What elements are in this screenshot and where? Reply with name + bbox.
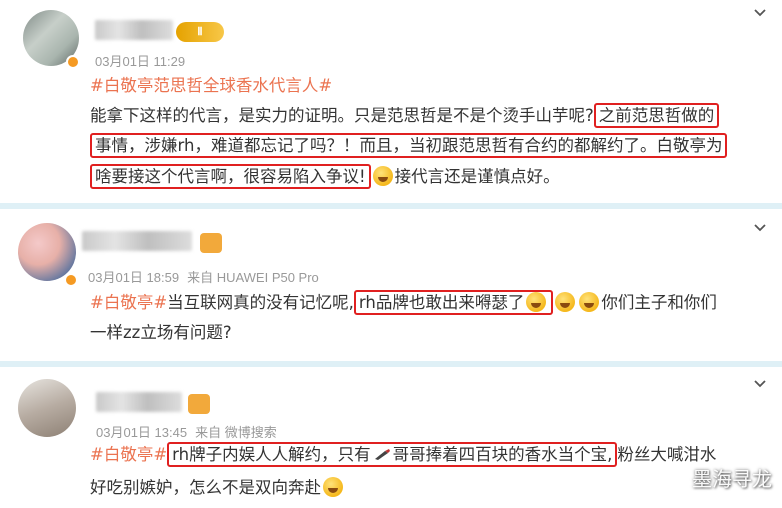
highlighted-text: 事情，涉嫌rh，难道都忘记了吗？！而且，当初跟范思哲有合约的都解约了。白敬亭为	[90, 133, 728, 158]
comment-card: Ⅱ 03月01日 11:29 #白敬亭范思哲全球香水代言人# 能拿下这样的代言，…	[0, 0, 782, 203]
watermark-text: 墨海寻龙	[692, 467, 772, 491]
highlighted-text: 之前范思哲做的	[593, 103, 720, 128]
emoji-icon	[372, 166, 393, 186]
avatar[interactable]	[18, 223, 76, 281]
chevron-down-icon[interactable]	[753, 6, 767, 20]
brush-icon	[374, 449, 390, 460]
username-blurred[interactable]	[82, 231, 192, 251]
post-meta: 03月01日 13:45 来自 微博搜索	[96, 422, 277, 441]
comment-line: 啥要接这个代言啊，很容易陷入争议! 接代言还是谨慎点好。	[90, 164, 560, 189]
level-badge-icon	[200, 233, 222, 253]
post-time: 03月01日 13:45	[96, 425, 188, 440]
verified-badge-icon	[64, 273, 78, 287]
username-blurred[interactable]	[96, 392, 182, 412]
emoji-icon	[579, 292, 600, 312]
comment-text: 当互联网真的没有记忆呢,	[167, 293, 354, 312]
level-badge-icon	[188, 394, 210, 414]
comment-text: 你们主子和你们	[601, 293, 717, 312]
highlighted-text: rh品牌也敢出来嘚瑟了	[353, 290, 554, 315]
highlighted-text-content: 哥哥捧着四百块的香水当个宝,	[392, 445, 613, 464]
post-meta: 03月01日 18:59 来自 HUAWEI P50 Pro	[88, 267, 319, 286]
chevron-down-icon[interactable]	[753, 221, 767, 235]
comment-card: 03月01日 18:59 来自 HUAWEI P50 Pro #白敬亭#当互联网真…	[0, 209, 782, 361]
post-source: 来自 HUAWEI P50 Pro	[187, 270, 319, 285]
post-time: 03月01日 11:29	[95, 54, 186, 69]
verified-badge-icon	[66, 55, 80, 69]
emoji-icon	[323, 477, 343, 497]
post-meta: 03月01日 11:29	[95, 51, 185, 70]
chevron-down-icon[interactable]	[753, 377, 767, 391]
post-source: 来自 微博搜索	[195, 425, 277, 440]
highlighted-text: 啥要接这个代言啊，很容易陷入争议!	[90, 164, 371, 189]
comment-text: 能拿下这样的代言，是实力的证明。只是范思哲是不是个烫手山芋呢?	[90, 106, 594, 125]
comment-line: 能拿下这样的代言，是实力的证明。只是范思哲是不是个烫手山芋呢? 之前范思哲做的	[90, 103, 720, 128]
comment-text: 接代言还是谨慎点好。	[394, 167, 560, 186]
level-badge-icon: Ⅱ	[176, 22, 224, 42]
comment-line: #白敬亭# rh牌子内娱人人解约，只有 哥哥捧着四百块的香水当个宝, 粉丝大喊泔水	[90, 442, 717, 467]
avatar[interactable]	[18, 379, 76, 437]
hashtag-link[interactable]: #白敬亭#	[90, 293, 167, 312]
comment-text: 一样zz立场有问题?	[90, 323, 232, 342]
hashtag-link[interactable]: #白敬亭#	[90, 445, 167, 464]
hashtag-link[interactable]: #白敬亭范思哲全球香水代言人#	[90, 76, 332, 96]
comment-line: 事情，涉嫌rh，难道都忘记了吗？！而且，当初跟范思哲有合约的都解约了。白敬亭为	[90, 133, 728, 158]
comment-text: 粉丝大喊泔水	[617, 445, 717, 464]
username-blurred[interactable]	[95, 20, 173, 40]
comment-card: 03月01日 13:45 来自 微博搜索 #白敬亭# rh牌子内娱人人解约，只有 哥哥…	[0, 367, 782, 508]
comment-line: 好吃别嫉妒，怎么不是双向奔赴	[90, 477, 345, 498]
emoji-icon	[526, 292, 547, 312]
highlighted-text: rh牌子内娱人人解约，只有 哥哥捧着四百块的香水当个宝,	[167, 442, 618, 467]
highlighted-text-content: rh品牌也敢出来嘚瑟了	[358, 293, 525, 312]
comment-text: 好吃别嫉妒，怎么不是双向奔赴	[90, 478, 321, 497]
emoji-icon	[555, 292, 576, 312]
highlighted-text-content: rh牌子内娱人人解约，只有	[172, 445, 371, 464]
post-time: 03月01日 18:59	[88, 270, 180, 285]
comment-line: #白敬亭#当互联网真的没有记忆呢, rh品牌也敢出来嘚瑟了 你们主子和你们	[90, 290, 717, 315]
comment-line: 一样zz立场有问题?	[90, 323, 232, 343]
